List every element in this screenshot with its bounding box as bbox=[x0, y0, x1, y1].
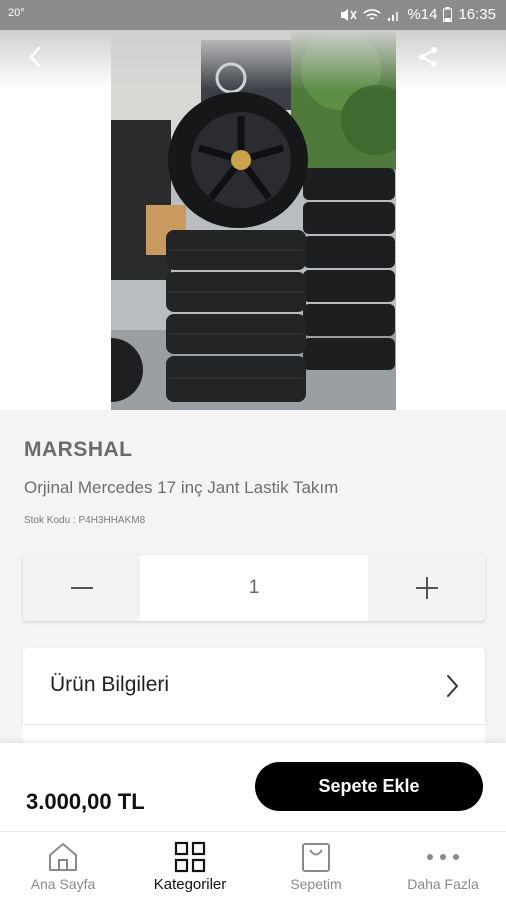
status-icons: %14 16:35 bbox=[339, 6, 496, 23]
more-icon bbox=[427, 854, 459, 860]
quantity-value[interactable]: 1 bbox=[140, 555, 368, 621]
purchase-bar: 3.000,00 TL Sepete Ekle bbox=[0, 743, 506, 831]
mute-icon bbox=[341, 8, 358, 21]
wifi-icon bbox=[363, 8, 381, 20]
product-sku: Stok Kodu : P4H3HHAKM8 bbox=[24, 515, 146, 526]
status-bar: 20° %14 16:35 bbox=[0, 0, 506, 30]
decrease-quantity-button[interactable] bbox=[23, 555, 140, 621]
nav-label-more: Daha Fazla bbox=[407, 876, 479, 892]
home-icon bbox=[49, 843, 77, 871]
battery-icon bbox=[443, 7, 453, 22]
product-name: Orjinal Mercedes 17 inç Jant Lastik Takı… bbox=[24, 478, 339, 497]
cart-icon bbox=[302, 843, 330, 872]
plus-icon bbox=[415, 577, 438, 599]
chevron-left-icon bbox=[29, 46, 41, 68]
nav-label-home: Ana Sayfa bbox=[30, 876, 96, 892]
share-button[interactable] bbox=[415, 44, 441, 70]
back-button[interactable] bbox=[22, 44, 48, 70]
product-image-area bbox=[0, 30, 506, 410]
minus-icon bbox=[70, 587, 93, 589]
quantity-stepper: 1 bbox=[23, 555, 485, 621]
chevron-right-icon bbox=[447, 675, 459, 697]
battery-percent: %14 bbox=[407, 6, 438, 23]
temperature-label: 20° bbox=[8, 7, 25, 19]
signal-icon bbox=[388, 11, 399, 21]
nav-item-more[interactable]: Daha Fazla bbox=[380, 832, 506, 901]
nav-item-cart[interactable]: Sepetim bbox=[253, 832, 379, 901]
bottom-navigation: Ana Sayfa Kategoriler Sepetim Daha Fazla bbox=[0, 831, 506, 901]
product-brand: MARSHAL bbox=[24, 438, 133, 461]
grid-icon bbox=[174, 841, 206, 873]
nav-item-categories[interactable]: Kategoriler bbox=[127, 832, 253, 901]
add-to-cart-button[interactable]: Sepete Ekle bbox=[255, 762, 483, 811]
increase-quantity-button[interactable] bbox=[368, 555, 485, 621]
product-price: 3.000,00 TL bbox=[26, 789, 145, 814]
nav-label-categories: Kategoriler bbox=[153, 876, 227, 893]
product-info-label: Ürün Bilgileri bbox=[50, 673, 170, 696]
clock: 16:35 bbox=[458, 6, 496, 23]
product-info-row[interactable]: Ürün Bilgileri bbox=[23, 648, 485, 724]
nav-item-home[interactable]: Ana Sayfa bbox=[0, 832, 126, 901]
share-icon bbox=[419, 47, 437, 67]
nav-label-cart: Sepetim bbox=[290, 876, 342, 892]
